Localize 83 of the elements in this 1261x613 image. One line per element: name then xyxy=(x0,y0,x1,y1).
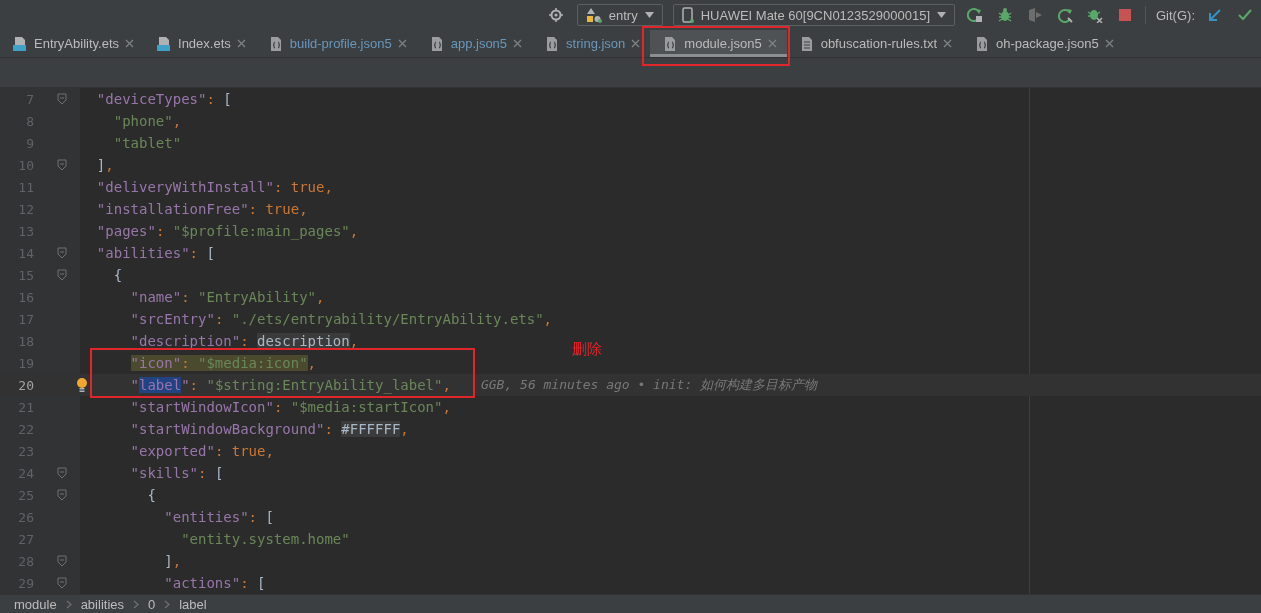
ets-file-icon xyxy=(156,35,172,52)
file-tab[interactable]: Index.ets xyxy=(144,30,256,57)
code-line: { xyxy=(112,267,123,283)
code-line: "startWindowBackground": #FFFFFF, xyxy=(129,421,409,437)
fold-icon[interactable] xyxy=(57,467,67,479)
module-icon xyxy=(585,7,602,23)
tab-label[interactable]: Index.ets xyxy=(178,36,231,51)
close-icon[interactable] xyxy=(943,39,952,48)
code-line: ], xyxy=(95,157,114,173)
fold-icon[interactable] xyxy=(57,577,67,589)
close-icon[interactable] xyxy=(1104,39,1114,48)
code-line: "entities": [ xyxy=(163,509,274,525)
tab-label[interactable]: app.json5 xyxy=(450,36,508,51)
chevron-icon xyxy=(164,599,171,609)
tab-label[interactable]: build-profile.json5 xyxy=(289,36,392,51)
blame-annotation: GGB, 56 minutes ago • init: 如何构建多目标产物 xyxy=(480,376,818,394)
code-line: "description": description, xyxy=(129,333,359,349)
tab-label[interactable]: oh-package.json5 xyxy=(996,36,1099,51)
phone-icon xyxy=(681,7,694,23)
close-icon[interactable] xyxy=(125,39,134,48)
profiler-icon[interactable] xyxy=(1027,7,1043,23)
file-tab[interactable]: obfuscation-rules.txt xyxy=(786,30,962,57)
breadcrumb-item[interactable]: abilities xyxy=(80,596,124,612)
file-tab[interactable]: oh-package.json5 xyxy=(962,30,1124,57)
commit-icon[interactable] xyxy=(1237,7,1253,23)
code-line: { xyxy=(146,487,156,503)
fold-icon[interactable] xyxy=(57,555,67,567)
caret-icon xyxy=(644,12,654,18)
rerun-icon[interactable] xyxy=(967,7,983,23)
tab-label[interactable]: obfuscation-rules.txt xyxy=(820,36,937,51)
file-tab[interactable]: string.json xyxy=(532,30,651,57)
code-line: "deliveryWithInstall": true, xyxy=(95,179,333,195)
run-config-dropdown[interactable]: entry xyxy=(576,4,663,26)
json-file-icon xyxy=(974,35,990,52)
code-line: ], xyxy=(163,553,182,569)
git-label: Git(G): xyxy=(1156,7,1195,23)
breadcrumb-item[interactable]: 0 xyxy=(148,596,156,612)
code-line: "startWindowIcon": "$media:startIcon", xyxy=(129,399,451,415)
tab-label[interactable]: module.json5 xyxy=(684,36,762,51)
code-line: "actions": [ xyxy=(163,575,266,591)
tab-label[interactable]: EntryAbility.ets xyxy=(34,36,119,51)
file-tab[interactable]: app.json5 xyxy=(416,30,533,57)
close-icon[interactable] xyxy=(397,39,407,48)
fold-icon[interactable] xyxy=(57,269,67,281)
annotation-label: 删除 xyxy=(572,340,602,359)
breadcrumb-item[interactable]: module xyxy=(14,596,57,612)
code-line: "srcEntry": "./ets/entryability/EntryAbility.ets", xyxy=(129,311,553,327)
bug-icon[interactable] xyxy=(997,7,1013,23)
target-icon[interactable] xyxy=(548,8,563,22)
code-line: "skills": [ xyxy=(129,465,224,481)
code-line: "tablet" xyxy=(112,135,182,151)
code-line: "name": "EntryAbility", xyxy=(129,289,325,305)
code-line: "abilities": [ xyxy=(95,245,215,261)
stop-icon[interactable] xyxy=(1117,7,1133,23)
reload-icon[interactable] xyxy=(1057,7,1073,23)
breadcrumb-item[interactable]: label xyxy=(179,596,207,612)
fold-icon[interactable] xyxy=(57,159,67,171)
fold-icon[interactable] xyxy=(57,489,67,501)
close-icon[interactable] xyxy=(631,39,641,48)
code-line: "exported": true, xyxy=(129,443,274,459)
chevron-icon xyxy=(65,599,72,609)
lightbulb-icon[interactable] xyxy=(76,377,88,393)
tab-label[interactable]: string.json xyxy=(566,36,626,51)
chevron-icon xyxy=(133,599,139,609)
close-icon[interactable] xyxy=(236,39,246,48)
bug-attach-icon[interactable] xyxy=(1087,7,1103,23)
file-tab[interactable]: build-profile.json5 xyxy=(255,30,417,57)
fold-icon[interactable] xyxy=(57,93,67,105)
code-line: "installationFree": true, xyxy=(95,201,308,217)
close-icon[interactable] xyxy=(767,39,777,48)
fold-icon[interactable] xyxy=(57,247,67,259)
update-icon[interactable] xyxy=(1207,7,1223,23)
code-line: "deviceTypes": [ xyxy=(95,91,232,107)
line-number: 20 xyxy=(17,377,34,393)
code-line: "phone", xyxy=(112,113,182,129)
file-tab[interactable]: EntryAbility.ets xyxy=(0,30,144,57)
code-line: "entity.system.home" xyxy=(180,531,350,547)
code-line: "pages": "$profile:main_pages", xyxy=(95,223,359,239)
device-dropdown[interactable]: HUAWEI Mate 60[9CN0123529000015] xyxy=(672,4,955,26)
file-tab[interactable]: module.json5 xyxy=(650,30,787,57)
close-icon[interactable] xyxy=(513,39,523,48)
caret-icon xyxy=(937,12,946,18)
ets-file-icon xyxy=(12,35,28,52)
